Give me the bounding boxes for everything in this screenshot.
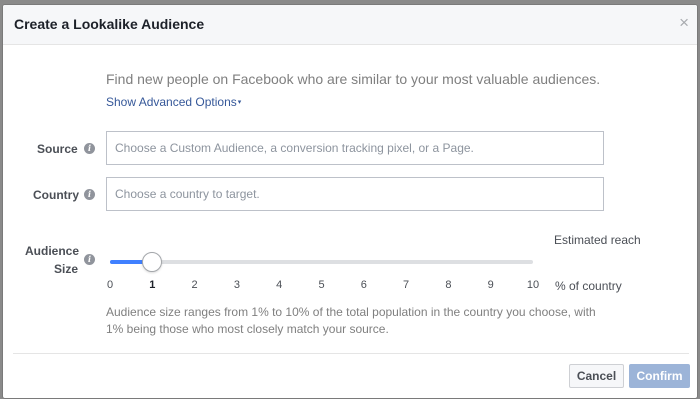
estimated-reach-label: Estimated reach [554,233,641,247]
dialog-title: Create a Lookalike Audience [14,16,205,32]
slider-tick-label: 10 [526,279,540,291]
confirm-button[interactable]: Confirm [629,364,690,388]
slider-tick-label: 0 [106,279,114,291]
slider-tick-label: 9 [487,279,494,291]
slider-tick-label: 4 [276,279,283,291]
audience-size-slider-thumb[interactable] [142,252,163,272]
audience-size-help-text: Audience size ranges from 1% to 10% of t… [106,305,596,336]
slider-tick-label: 8 [445,279,452,291]
lookalike-dialog: Create a Lookalike Audience × Find new p… [2,4,698,399]
audience-size-label-line2: Size [53,262,78,276]
advanced-options-label: Show Advanced Options [106,95,237,109]
footer-divider [13,353,689,354]
slider-tick-label: 1 [149,279,156,291]
source-input[interactable] [106,131,604,165]
close-icon[interactable]: × [679,14,689,32]
source-label: Source [37,142,78,156]
caret-down-icon: ▾ [237,99,242,106]
audience-size-slider-track[interactable] [110,260,533,264]
info-icon[interactable]: i [84,143,95,154]
slider-tick-label: 7 [403,279,410,291]
cancel-button[interactable]: Cancel [569,364,624,388]
dialog-header: Create a Lookalike Audience × [3,5,697,45]
slider-tick-label: 6 [360,279,367,291]
intro-text: Find new people on Facebook who are simi… [106,71,601,87]
info-icon[interactable]: i [84,254,95,265]
slider-tick-label: 3 [233,279,240,291]
slider-tick-label: 5 [318,279,325,291]
slider-tick-label: 2 [191,279,198,291]
percent-of-country-label: % of country [555,279,622,293]
country-label: Country [33,188,79,202]
info-icon[interactable]: i [84,189,95,200]
show-advanced-options-link[interactable]: Show Advanced Options▾ [106,95,241,109]
audience-size-label-line1: Audience [25,244,80,258]
audience-size-label: Audience Size [25,242,80,278]
country-input[interactable] [106,177,604,211]
